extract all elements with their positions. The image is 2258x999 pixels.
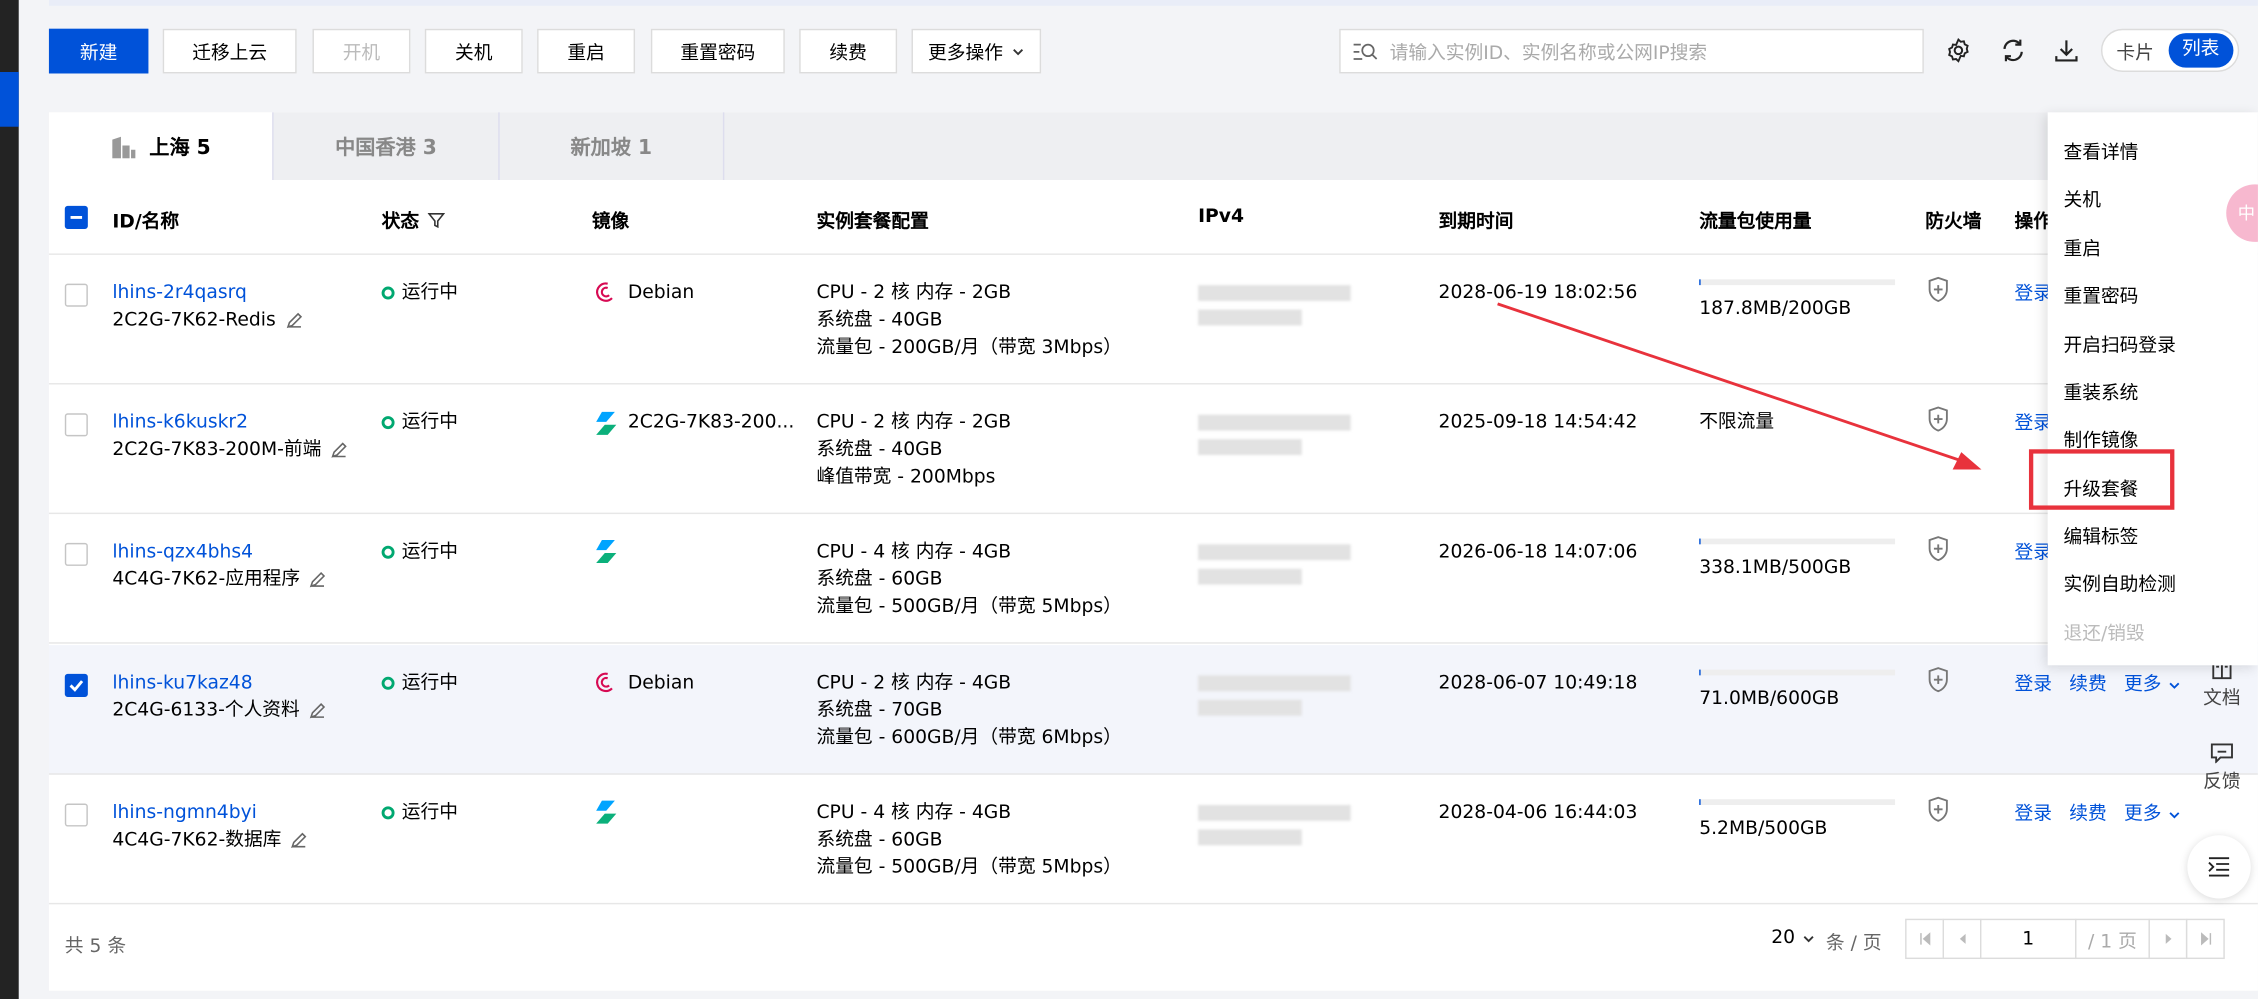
annotation-arrow: [1497, 302, 1982, 470]
